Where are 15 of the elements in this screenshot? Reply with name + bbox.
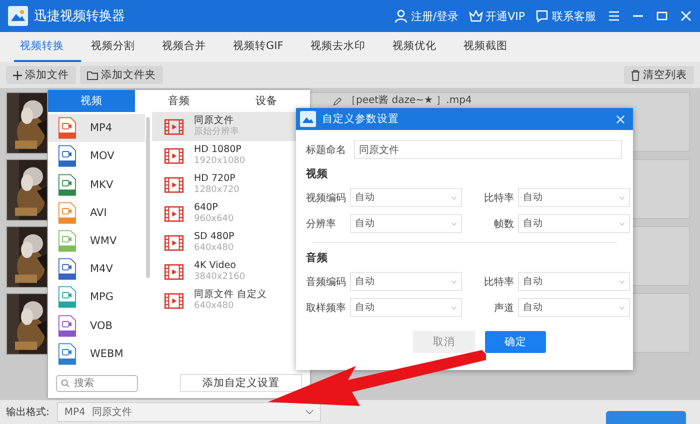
field-label: 声道 xyxy=(493,302,514,314)
field-label: 分辨率 xyxy=(306,218,337,230)
field-label: 标题命名 xyxy=(306,144,346,156)
field-label: 视频编码 xyxy=(306,192,346,204)
field-label: 取样频率 xyxy=(306,302,346,314)
output-format-label: 输出格式: xyxy=(6,406,50,419)
dialog-title: 自定义参数设置 xyxy=(322,112,399,126)
field-label: 比特率 xyxy=(483,192,514,204)
app-title: 迅捷视频转换器 xyxy=(34,8,125,25)
field-label: 音频编码 xyxy=(306,276,346,288)
field-label: 帧数 xyxy=(493,218,514,230)
section-heading: 视频 xyxy=(306,167,329,181)
file-name: ［peet酱 daze~★ ］.mp4 xyxy=(346,95,472,107)
field-label: 比特率 xyxy=(483,276,514,288)
section-heading: 音频 xyxy=(306,251,329,265)
